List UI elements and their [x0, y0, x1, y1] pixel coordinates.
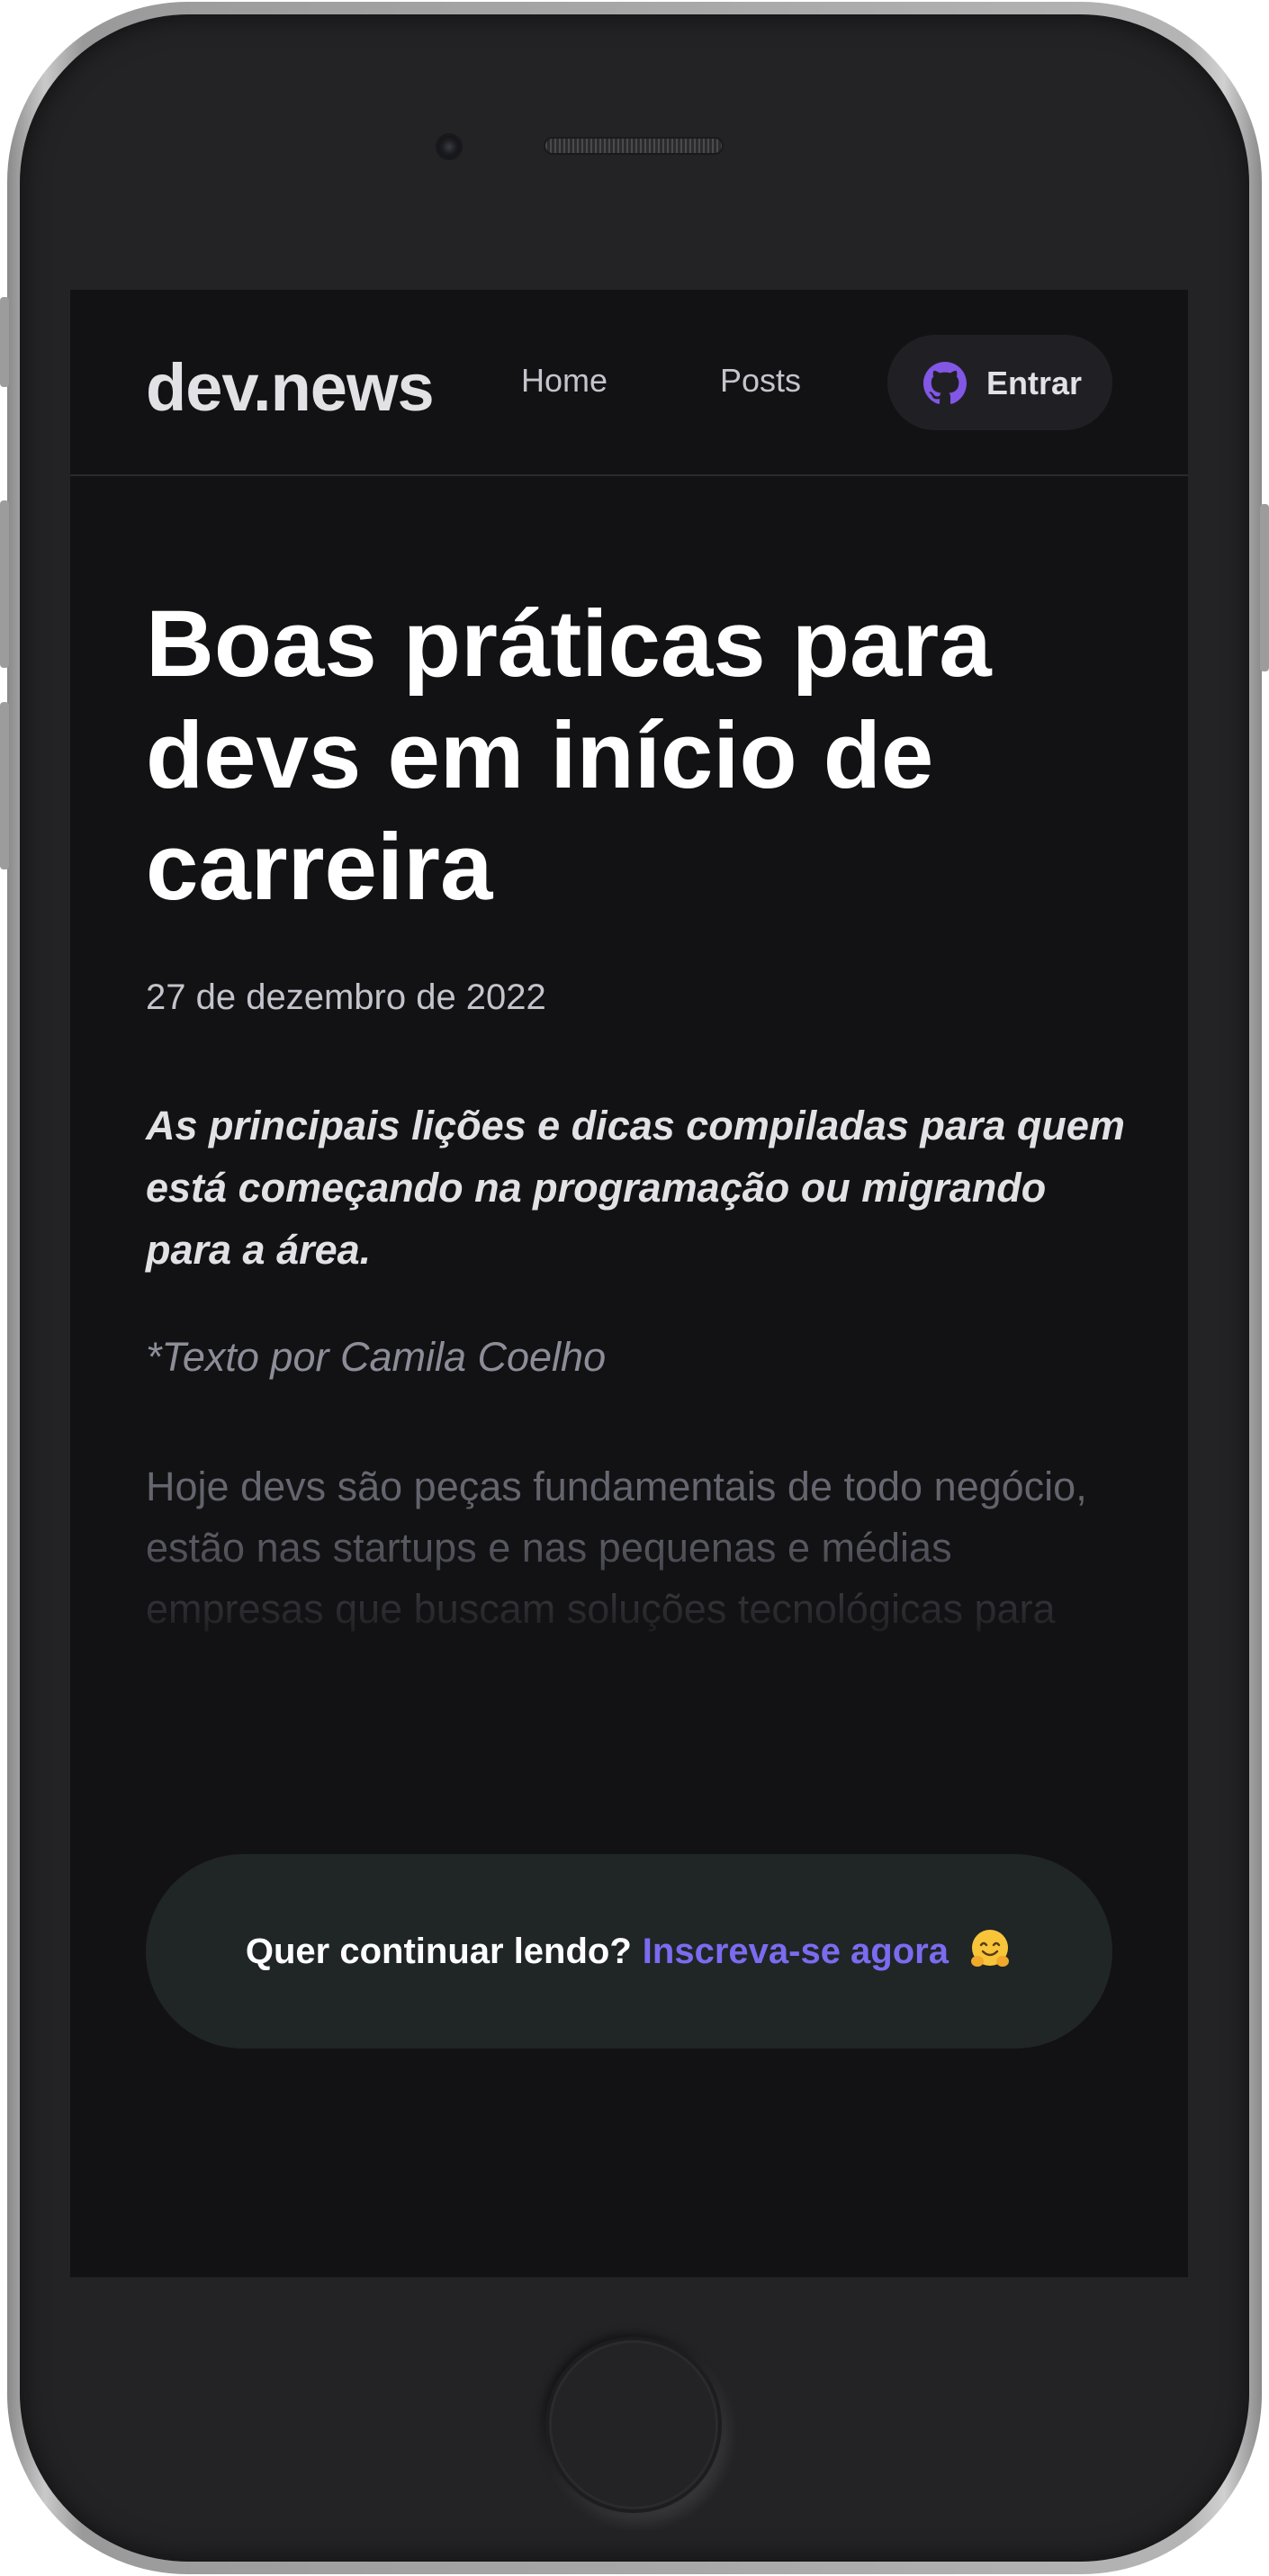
earpiece-speaker	[544, 137, 724, 155]
subscribe-link[interactable]: Inscreva-se agora	[643, 1932, 949, 1971]
article-author: *Texto por Camila Coelho	[146, 1334, 607, 1380]
article-subtitle: As principais lições e dicas compiladas …	[146, 1103, 1125, 1273]
side-button-power	[1260, 504, 1269, 671]
side-button-volume-down	[0, 702, 9, 869]
home-button[interactable]	[545, 2337, 722, 2513]
front-camera	[436, 133, 463, 160]
login-label: Entrar	[986, 365, 1083, 401]
cta-question: Quer continuar lendo?	[245, 1932, 632, 1971]
github-icon	[923, 362, 967, 404]
side-button-volume-up	[0, 500, 9, 668]
nav-posts-link[interactable]: Posts	[720, 362, 801, 400]
login-button[interactable]: Entrar	[887, 335, 1112, 430]
side-button-silent	[0, 297, 9, 387]
screen: dev.news Home Posts Entrar Boas práticas…	[70, 290, 1188, 2277]
article-title: Boas práticas para devs em início de car…	[146, 591, 992, 920]
nav-home-link[interactable]: Home	[521, 362, 608, 400]
article-date: 27 de dezembro de 2022	[146, 977, 546, 1017]
hugging-face-icon	[971, 1930, 1010, 1968]
site-header: dev.news Home Posts Entrar	[70, 290, 1188, 476]
article-excerpt: Hoje devs são peças fundamentais de todo…	[146, 1456, 1127, 1642]
site-logo[interactable]: dev.news	[146, 349, 435, 426]
continue-reading-banner: Quer continuar lendo? Inscreva-se agora	[146, 1854, 1112, 2049]
